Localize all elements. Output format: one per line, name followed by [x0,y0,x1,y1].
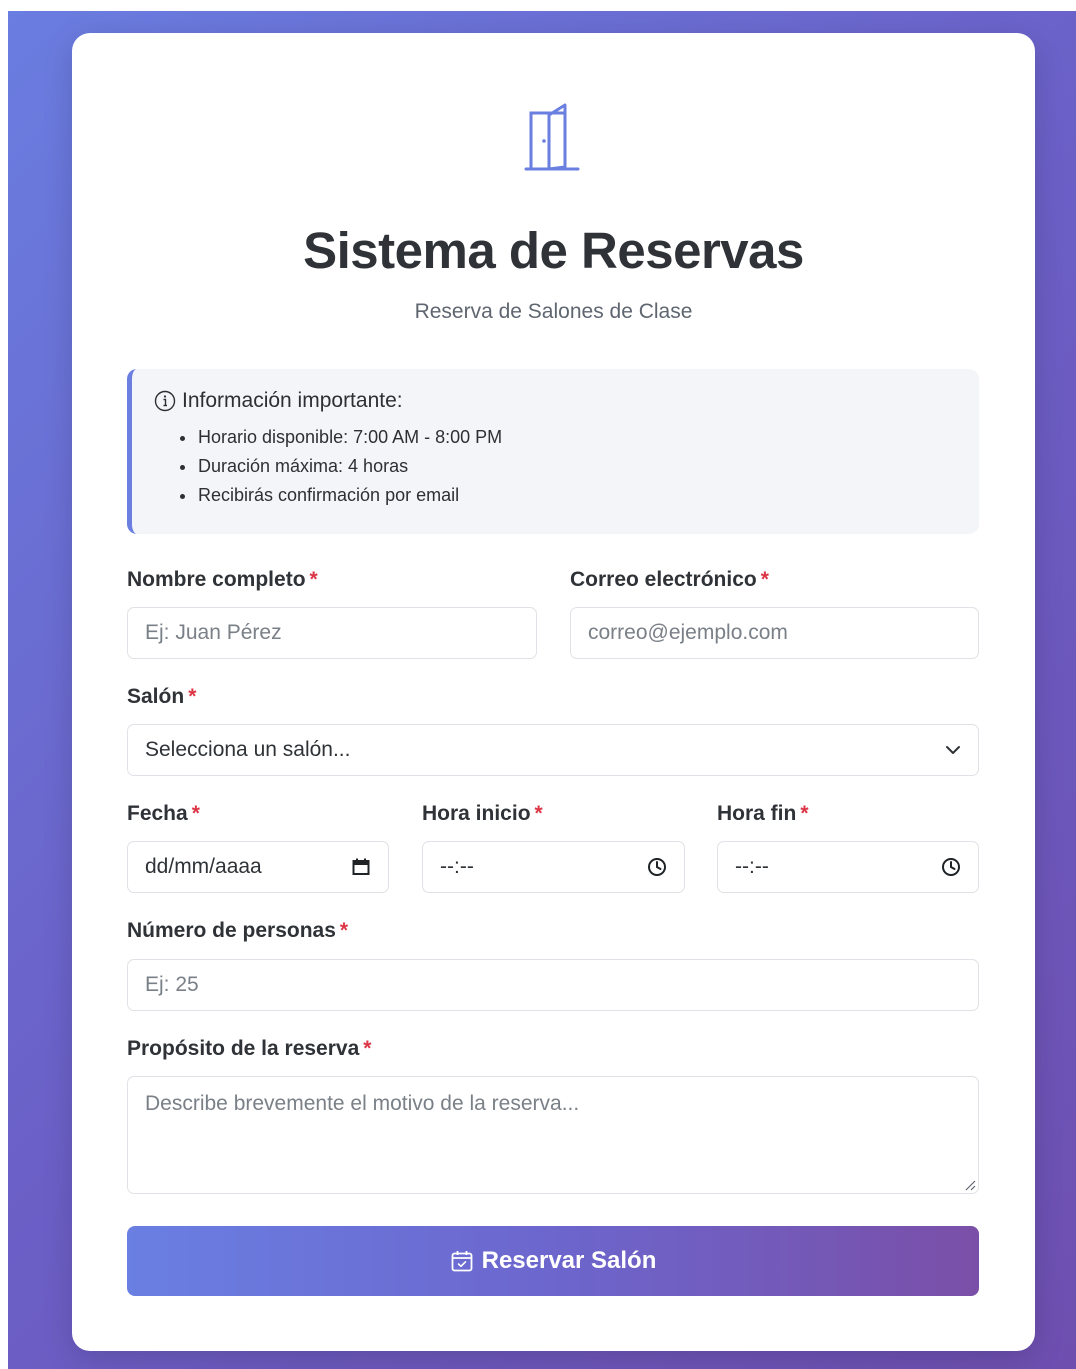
room-label: Salón * [127,685,196,709]
date-label-text: Fecha [127,802,188,825]
room-label-text: Salón [127,685,185,708]
reserve-button-label: Reservar Salón [481,1247,657,1274]
required-mark: * [800,802,809,825]
info-item: Duración máxima: 4 horas [180,452,957,481]
required-mark: * [191,802,200,825]
email-input[interactable] [570,607,979,659]
people-input[interactable] [127,959,979,1011]
purpose-textarea[interactable] [127,1076,979,1194]
info-item: Horario disponible: 7:00 AM - 8:00 PM [180,423,957,452]
clock-icon[interactable] [647,857,667,877]
end-time-input[interactable]: --:-- [717,841,979,893]
end-time-label: Hora fin * [717,802,809,826]
calendar-check-icon [451,1251,473,1272]
resize-grip-icon[interactable] [964,1179,976,1191]
people-label-text: Número de personas [127,919,336,942]
date-input[interactable]: dd/mm/aaaa [127,841,389,893]
start-time-input[interactable]: --:-- [422,841,685,893]
calendar-icon[interactable] [351,857,371,877]
date-input-value: dd/mm/aaaa [145,855,262,878]
purpose-label: Propósito de la reserva * [127,1037,371,1061]
required-mark: * [760,568,769,591]
email-label: Correo electrónico * [570,568,769,592]
info-box: Información importante: Horario disponib… [127,369,979,534]
clock-icon[interactable] [941,857,961,877]
info-circle-icon [154,390,176,412]
page-title: Sistema de Reservas [303,222,804,279]
door-icon [524,103,580,171]
room-select[interactable]: Selecciona un salón... [127,724,979,776]
required-mark: * [188,685,197,708]
required-mark: * [309,568,318,591]
info-item: Recibirás confirmación por email [180,481,957,510]
name-input[interactable] [127,607,537,659]
people-label: Número de personas * [127,919,348,943]
room-select-value: Selecciona un salón... [145,738,351,761]
required-mark: * [534,802,543,825]
start-time-label-text: Hora inicio [422,802,531,825]
info-heading-text: Información importante: [182,389,403,412]
purpose-label-text: Propósito de la reserva [127,1037,360,1060]
reserve-button[interactable]: Reservar Salón [127,1226,979,1296]
page-subtitle: Reserva de Salones de Clase [414,300,693,323]
name-label-text: Nombre completo [127,568,306,591]
required-mark: * [363,1037,372,1060]
date-label: Fecha * [127,802,200,826]
chevron-down-icon [945,745,961,755]
required-mark: * [339,919,349,942]
info-heading: Información importante: [154,389,957,413]
end-time-label-text: Hora fin [717,802,797,825]
start-time-value: --:-- [440,855,474,878]
reservation-card: Sistema de Reservas Reserva de Salones d… [72,33,1035,1351]
email-label-text: Correo electrónico [570,568,757,591]
end-time-value: --:-- [735,855,769,878]
info-list: Horario disponible: 7:00 AM - 8:00 PM Du… [154,423,957,510]
start-time-label: Hora inicio * [422,802,543,826]
name-label: Nombre completo * [127,568,318,592]
